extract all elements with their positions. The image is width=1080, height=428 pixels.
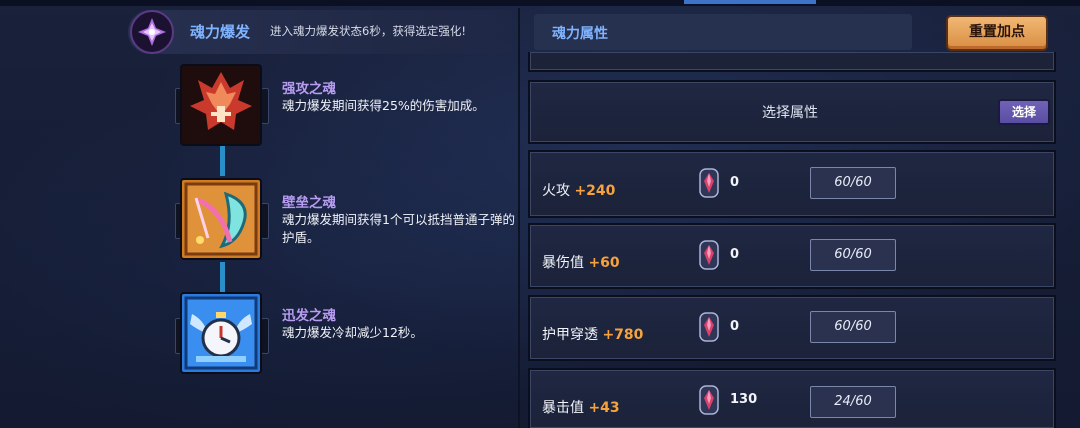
top-tab-strip <box>0 0 1080 6</box>
gem-count: 130 <box>730 392 758 407</box>
skill-connector <box>220 262 225 292</box>
icon-frame-bracket <box>261 318 269 354</box>
soul-gem-icon <box>699 385 719 415</box>
header-title: 魂力爆发 <box>190 23 251 41</box>
attribute-label: 暴击值 <box>542 400 584 416</box>
attribute-bonus: +60 <box>588 255 620 271</box>
select-attribute-button[interactable]: 选择 <box>998 99 1050 125</box>
red-warrior-icon[interactable] <box>180 64 262 146</box>
attribute-name: 暴伤值 +60 <box>542 252 620 272</box>
column-divider <box>518 8 520 428</box>
attribute-label: 护甲穿透 <box>542 327 598 343</box>
icon-frame-bracket <box>261 203 269 239</box>
gem-count: 0 <box>730 247 740 262</box>
attribute-cap: 24/60 <box>810 386 896 418</box>
gem-count: 0 <box>730 175 740 190</box>
icon-frame-bracket <box>261 88 269 124</box>
soul-burst-emblem-icon <box>130 10 174 54</box>
scrolled-card-edge <box>528 52 1056 72</box>
header-description: 进入魂力爆发状态6秒，获得选定强化! <box>270 24 466 38</box>
skill-description: 魂力爆发期间获得25%的伤害加成。 <box>282 98 485 113</box>
skill-name: 强攻之魂 <box>282 81 336 97</box>
skill-description: 魂力爆发冷却减少12秒。 <box>282 325 423 340</box>
attribute-name: 暴击值 +43 <box>542 397 620 417</box>
active-tab-indicator <box>684 0 816 4</box>
soul-gem-icon <box>699 168 719 198</box>
attribute-cap: 60/60 <box>810 239 896 271</box>
skill-name: 迅发之魂 <box>282 308 336 324</box>
attribute-bonus: +780 <box>602 327 644 343</box>
attribute-name: 护甲穿透 +780 <box>542 324 643 344</box>
attribute-panel-title: 魂力属性 <box>552 26 608 42</box>
shield-bow-icon[interactable] <box>180 178 262 260</box>
winged-clock-icon[interactable] <box>180 292 262 374</box>
attribute-bonus: +240 <box>574 183 616 199</box>
soul-gem-icon <box>699 312 719 342</box>
attribute-name: 火攻 +240 <box>542 180 615 200</box>
soul-gem-icon <box>699 240 719 270</box>
attribute-cap: 60/60 <box>810 311 896 343</box>
attribute-label: 火攻 <box>542 183 570 199</box>
reset-points-button[interactable]: 重置加点 <box>946 15 1048 51</box>
attribute-cap: 60/60 <box>810 167 896 199</box>
attribute-label: 暴伤值 <box>542 255 584 271</box>
skill-name: 壁垒之魂 <box>282 195 336 211</box>
skill-connector <box>220 146 225 176</box>
attribute-bonus: +43 <box>588 400 620 416</box>
select-attribute-label: 选择属性 <box>762 105 818 121</box>
gem-count: 0 <box>730 319 740 334</box>
skill-description: 魂力爆发期间获得1个可以抵挡普通子弹的护盾。 <box>282 212 515 245</box>
